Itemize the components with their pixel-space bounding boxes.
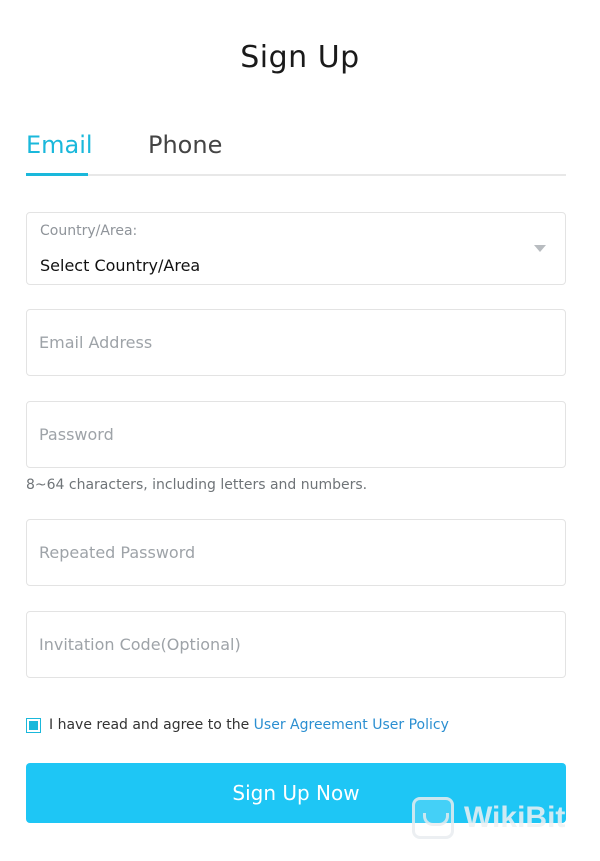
user-policy-link[interactable]: User Policy (372, 717, 449, 733)
tab-email[interactable]: Email (26, 128, 93, 162)
agreement-text-line: I have read and agree to the User Agreem… (49, 717, 449, 733)
password-field[interactable] (27, 402, 565, 467)
agreement-text: I have read and agree to the (49, 717, 250, 733)
email-field-box (26, 309, 566, 376)
wikibit-logo-icon (412, 797, 454, 839)
password-hint: 8~64 characters, including letters and n… (26, 477, 368, 493)
email-field[interactable] (27, 310, 565, 375)
agreement-checkbox[interactable] (26, 718, 41, 733)
signup-tabs: Email Phone (26, 124, 566, 176)
user-agreement-link[interactable]: User Agreement (254, 717, 368, 733)
chevron-down-icon[interactable] (534, 245, 546, 252)
country-label: Country/Area: (40, 223, 138, 239)
active-tab-indicator (26, 173, 88, 176)
repeat-password-field-box (26, 519, 566, 586)
repeat-password-field[interactable] (27, 520, 565, 585)
watermark-text: WikiBit (464, 801, 566, 834)
country-value: Select Country/Area (40, 256, 201, 275)
invitation-code-field[interactable] (27, 612, 565, 677)
invitation-code-field-box (26, 611, 566, 678)
page-title: Sign Up (240, 40, 360, 75)
country-select[interactable]: Country/Area: Select Country/Area (26, 212, 566, 285)
password-field-box (26, 401, 566, 468)
tab-phone[interactable]: Phone (148, 128, 222, 162)
